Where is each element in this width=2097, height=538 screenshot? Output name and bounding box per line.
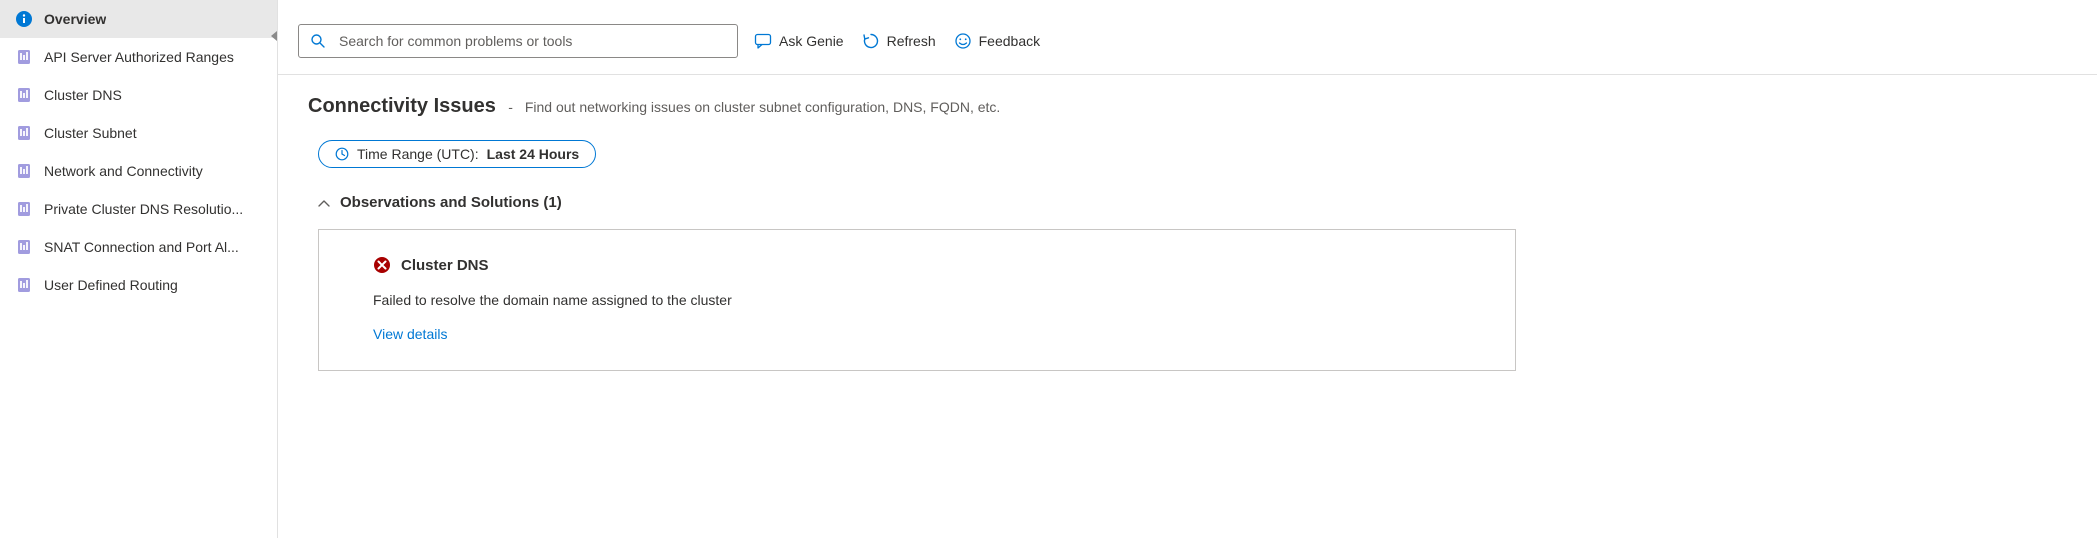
document-icon [16, 239, 32, 255]
chevron-up-icon [318, 197, 330, 209]
title-row: Connectivity Issues - Find out networkin… [308, 95, 2067, 118]
error-icon [373, 256, 391, 274]
sidebar-item-label: Overview [44, 11, 106, 27]
ask-genie-button[interactable]: Ask Genie [752, 28, 846, 54]
document-icon [16, 125, 32, 141]
page-subtitle: Find out networking issues on cluster su… [525, 99, 1000, 115]
main-panel: Ask Genie Refresh Feedback Connectivity … [278, 0, 2097, 538]
sidebar-item-overview[interactable]: Overview [0, 0, 277, 38]
sidebar: Overview API Server Authorized Ranges Cl… [0, 0, 278, 538]
sidebar-item-cluster-dns[interactable]: Cluster DNS [0, 76, 277, 114]
refresh-icon [862, 32, 880, 50]
sidebar-item-api-server-ranges[interactable]: API Server Authorized Ranges [0, 38, 277, 76]
feedback-button[interactable]: Feedback [952, 28, 1042, 54]
sidebar-item-snat-connection[interactable]: SNAT Connection and Port Al... [0, 228, 277, 266]
clock-icon [335, 147, 349, 161]
sidebar-item-cluster-subnet[interactable]: Cluster Subnet [0, 114, 277, 152]
page-title: Connectivity Issues [308, 95, 496, 117]
sidebar-item-user-defined-routing[interactable]: User Defined Routing [0, 266, 277, 304]
card-description: Failed to resolve the domain name assign… [373, 292, 1461, 308]
time-range-label: Time Range (UTC): [357, 146, 479, 162]
sidebar-collapse-caret[interactable] [269, 30, 279, 44]
sidebar-item-label: User Defined Routing [44, 277, 178, 293]
content-area: Connectivity Issues - Find out networkin… [278, 75, 2097, 371]
sidebar-item-label: Network and Connectivity [44, 163, 203, 179]
time-range-pill[interactable]: Time Range (UTC): Last 24 Hours [318, 140, 596, 168]
sidebar-item-label: Private Cluster DNS Resolutio... [44, 201, 243, 217]
search-wrap [298, 24, 738, 58]
feedback-icon [954, 32, 972, 50]
document-icon [16, 163, 32, 179]
observations-header[interactable]: Observations and Solutions (1) [318, 194, 2067, 211]
document-icon [16, 201, 32, 217]
info-icon [16, 11, 32, 27]
button-label: Ask Genie [779, 33, 844, 49]
observation-card: Cluster DNS Failed to resolve the domain… [318, 229, 1516, 371]
toolbar: Ask Genie Refresh Feedback [278, 0, 2097, 75]
view-details-link[interactable]: View details [373, 326, 447, 342]
document-icon [16, 277, 32, 293]
search-icon [310, 33, 326, 49]
card-title: Cluster DNS [401, 257, 489, 274]
sidebar-item-private-cluster-dns[interactable]: Private Cluster DNS Resolutio... [0, 190, 277, 228]
card-title-row: Cluster DNS [373, 256, 1461, 274]
sidebar-item-label: API Server Authorized Ranges [44, 49, 234, 65]
refresh-button[interactable]: Refresh [860, 28, 938, 54]
button-label: Feedback [979, 33, 1040, 49]
chat-icon [754, 32, 772, 50]
observations-title: Observations and Solutions (1) [340, 194, 562, 211]
sidebar-item-label: Cluster DNS [44, 87, 122, 103]
search-input[interactable] [298, 24, 738, 58]
sidebar-item-label: Cluster Subnet [44, 125, 137, 141]
sidebar-item-network-connectivity[interactable]: Network and Connectivity [0, 152, 277, 190]
document-icon [16, 87, 32, 103]
page-subtitle-sep: - [508, 99, 517, 115]
button-label: Refresh [887, 33, 936, 49]
time-range-value: Last 24 Hours [487, 146, 580, 162]
sidebar-item-label: SNAT Connection and Port Al... [44, 239, 239, 255]
document-icon [16, 49, 32, 65]
